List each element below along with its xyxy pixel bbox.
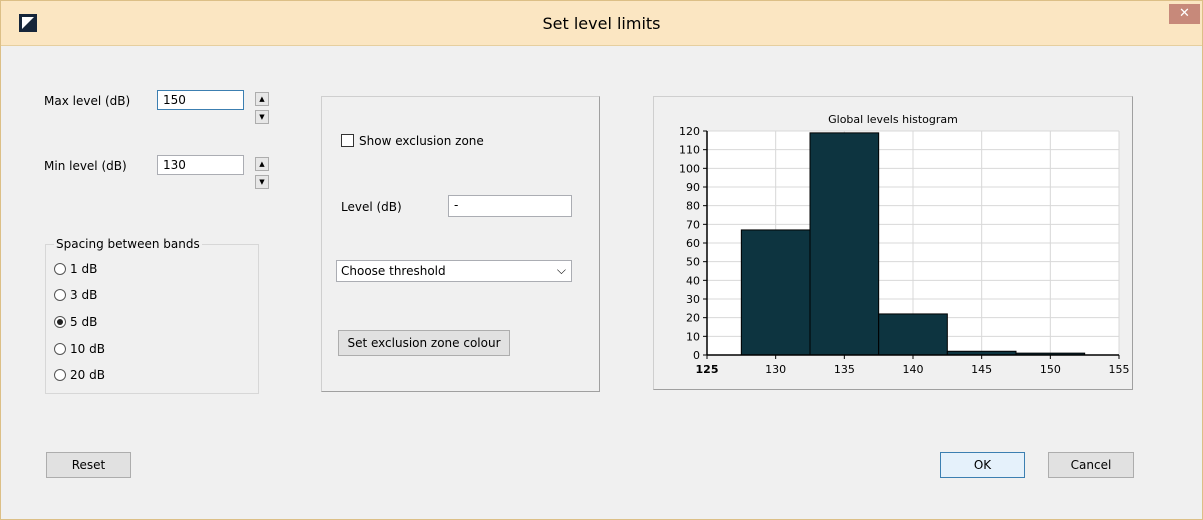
spacing-option-10db[interactable]: 10 dB [54, 341, 105, 357]
histogram-bar [878, 313, 948, 356]
exclusion-panel: Show exclusion zone Level (dB) - Choose … [321, 96, 600, 392]
max-level-label: Max level (dB) [44, 94, 131, 108]
threshold-select[interactable]: Choose threshold ⌵ [336, 260, 572, 282]
x-tick-label: 125 [696, 363, 719, 376]
show-exclusion-label: Show exclusion zone [359, 134, 484, 148]
chevron-down-icon: ⌵ [556, 263, 566, 277]
histogram-chart: Global levels histogram 0 10 20 30 40 50 60 70 8… [679, 113, 1130, 376]
max-level-input[interactable]: 150 [157, 90, 244, 110]
y-tick-label: 60 [686, 237, 700, 250]
spacing-option-20db[interactable]: 20 dB [54, 367, 105, 383]
y-tick-label: 30 [686, 293, 700, 306]
radio-10db[interactable] [54, 343, 66, 355]
x-tick-label: 130 [765, 363, 786, 376]
spacing-group: Spacing between bands 1 dB 3 dB 5 dB 10 … [45, 237, 259, 394]
y-tick-label: 70 [686, 218, 700, 231]
max-level-down-button[interactable]: ▼ [255, 110, 269, 124]
x-tick-label: 135 [834, 363, 855, 376]
x-tick-label: 150 [1040, 363, 1061, 376]
y-tick-label: 10 [686, 330, 700, 343]
window-title: Set level limits [542, 14, 661, 33]
level-label: Level (dB) [341, 200, 402, 214]
close-button[interactable]: ✕ [1169, 4, 1200, 24]
set-exclusion-colour-button[interactable]: Set exclusion zone colour [338, 330, 510, 356]
histogram-bar [809, 132, 880, 356]
dialog-window: Set level limits ✕ Max level (dB) 150 ▲ … [0, 0, 1203, 520]
histogram-bar [740, 229, 811, 356]
min-level-label: Min level (dB) [44, 159, 127, 173]
y-tick-label: 100 [679, 162, 700, 175]
radio-1db[interactable] [54, 263, 66, 275]
y-tick-label: 50 [686, 256, 700, 269]
x-tick-label: 140 [903, 363, 924, 376]
ok-button[interactable]: OK [940, 452, 1025, 478]
y-tick-label: 80 [686, 200, 700, 213]
max-level-up-button[interactable]: ▲ [255, 92, 269, 106]
y-tick-label: 0 [693, 349, 700, 362]
spacing-option-3db[interactable]: 3 dB [54, 287, 97, 303]
y-tick-label: 40 [686, 274, 700, 287]
radio-5db[interactable] [54, 316, 66, 328]
title-bar: Set level limits ✕ [1, 1, 1202, 46]
min-level-up-button[interactable]: ▲ [255, 157, 269, 171]
chart-title: Global levels histogram [828, 113, 958, 126]
min-level-down-button[interactable]: ▼ [255, 175, 269, 189]
y-tick-label: 110 [679, 144, 700, 157]
radio-3db[interactable] [54, 289, 66, 301]
level-input[interactable]: - [448, 195, 572, 217]
histogram-panel: Global levels histogram 0 10 20 30 40 50 60 70 8… [653, 96, 1133, 390]
reset-button[interactable]: Reset [46, 452, 131, 478]
spacing-group-title: Spacing between bands [54, 237, 202, 251]
radio-20db[interactable] [54, 369, 66, 381]
threshold-select-value: Choose threshold [341, 264, 446, 278]
min-level-input[interactable]: 130 [157, 155, 244, 175]
show-exclusion-checkbox[interactable] [341, 134, 354, 147]
y-tick-label: 20 [686, 312, 700, 325]
y-tick-label: 120 [679, 125, 700, 138]
cancel-button[interactable]: Cancel [1048, 452, 1134, 478]
x-tick-label: 145 [971, 363, 992, 376]
spacing-option-5db[interactable]: 5 dB [54, 314, 97, 330]
x-tick-label: 155 [1109, 363, 1130, 376]
y-tick-label: 90 [686, 181, 700, 194]
spacing-option-1db[interactable]: 1 dB [54, 261, 97, 277]
